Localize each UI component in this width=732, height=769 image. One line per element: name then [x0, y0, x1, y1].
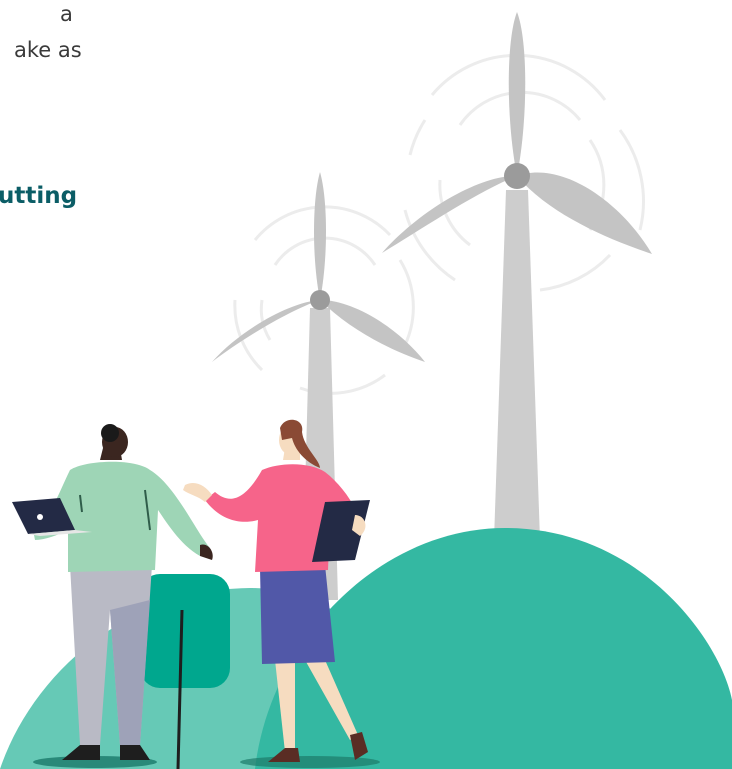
wind-energy-illustration: [0, 12, 732, 769]
big-wind-turbine: [382, 12, 652, 540]
